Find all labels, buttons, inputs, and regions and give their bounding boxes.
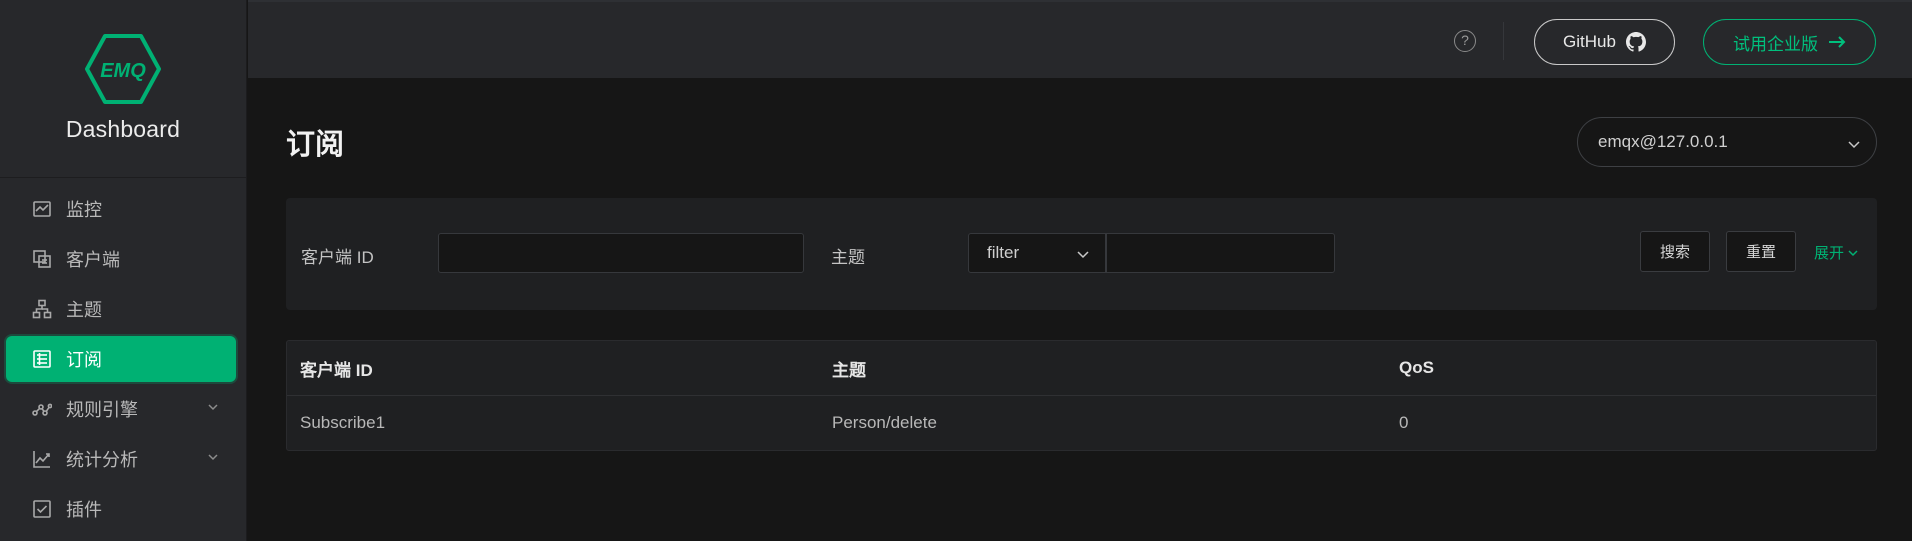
divider [1503, 22, 1504, 60]
sidebar: EMQ Dashboard 监控 客户端 主题 订阅 规则引擎 统计分析 插件 [0, 0, 247, 541]
chevron-down-icon [1077, 251, 1089, 259]
sidebar-item-monitor[interactable]: 监控 [6, 186, 236, 232]
monitor-icon [31, 198, 53, 220]
topics-icon [31, 298, 53, 320]
try-enterprise-button[interactable]: 试用企业版 [1703, 19, 1876, 65]
brand: EMQ Dashboard [0, 0, 246, 178]
cell-client-id: Subscribe1 [300, 413, 386, 432]
node-select-value: emqx@127.0.0.1 [1598, 132, 1728, 151]
sidebar-menu: 监控 客户端 主题 订阅 规则引擎 统计分析 插件 [0, 178, 246, 532]
chevron-down-icon [1848, 141, 1860, 149]
column-header-topic: 主题 [832, 360, 866, 380]
chevron-down-icon [208, 454, 218, 461]
sidebar-item-clients[interactable]: 客户端 [6, 236, 236, 282]
sidebar-item-label: 主题 [66, 300, 102, 320]
arrow-right-icon [1829, 36, 1846, 48]
table-header: 客户端 ID 主题 QoS [287, 341, 1876, 396]
table-row: Subscribe1 Person/delete 0 [287, 396, 1876, 450]
reset-button[interactable]: 重置 [1726, 231, 1796, 272]
cell-qos: 0 [1399, 413, 1409, 432]
github-button-label: GitHub [1563, 32, 1616, 51]
clients-icon [31, 248, 53, 270]
topic-label: 主题 [831, 248, 865, 267]
sidebar-item-label: 插件 [66, 500, 102, 520]
sidebar-item-label: 规则引擎 [66, 400, 138, 420]
plugins-icon [31, 498, 53, 520]
app-name: Dashboard [65, 116, 181, 142]
rule-engine-icon [31, 398, 53, 420]
topbar: ? GitHub 试用企业版 [248, 0, 1912, 78]
sidebar-item-plugins[interactable]: 插件 [6, 486, 236, 532]
subscriptions-table: 客户端 ID 主题 QoS Subscribe1 Person/delete 0 [286, 340, 1877, 451]
sidebar-item-label: 客户端 [66, 250, 120, 270]
chevron-down-icon [208, 404, 218, 411]
column-header-client-id: 客户端 ID [300, 360, 373, 380]
node-select[interactable]: emqx@127.0.0.1 [1577, 117, 1877, 167]
client-id-input[interactable] [438, 233, 804, 273]
sidebar-item-label: 统计分析 [66, 450, 138, 470]
cell-topic: Person/delete [832, 413, 937, 432]
app-root: EMQ Dashboard 监控 客户端 主题 订阅 规则引擎 统计分析 插件 … [0, 0, 1912, 541]
question-circle-icon[interactable]: ? [1454, 30, 1476, 52]
chevron-down-icon [1848, 249, 1858, 256]
expand-label: 展开 [1814, 245, 1845, 262]
sidebar-item-rule-engine[interactable]: 规则引擎 [6, 386, 236, 432]
sidebar-item-subscriptions[interactable]: 订阅 [6, 336, 236, 382]
sidebar-item-analytics[interactable]: 统计分析 [6, 436, 236, 482]
subscriptions-icon [31, 348, 53, 370]
sidebar-item-label: 订阅 [66, 350, 102, 370]
filter-panel: 客户端 ID 主题 filter 搜索 重置 展开 [286, 198, 1877, 310]
logo-text: EMQ [100, 60, 146, 82]
expand-link[interactable]: 展开 [1814, 242, 1859, 263]
try-enterprise-label: 试用企业版 [1733, 34, 1818, 54]
sidebar-item-topics[interactable]: 主题 [6, 286, 236, 332]
column-header-qos: QoS [1399, 358, 1434, 377]
emq-logo[interactable]: EMQ [85, 34, 161, 104]
topic-match-value: filter [987, 243, 1020, 262]
search-button[interactable]: 搜索 [1640, 231, 1710, 272]
main-content: 订阅 emqx@127.0.0.1 客户端 ID 主题 filter 搜索 重置… [248, 78, 1912, 541]
topic-input[interactable] [1106, 233, 1335, 273]
github-button[interactable]: GitHub [1534, 19, 1675, 65]
client-id-label: 客户端 ID [301, 248, 374, 267]
analytics-icon [31, 448, 53, 470]
page-title: 订阅 [286, 129, 345, 161]
sidebar-item-label: 监控 [66, 200, 102, 220]
github-icon [1625, 32, 1646, 52]
topic-match-select[interactable]: filter [968, 233, 1106, 273]
